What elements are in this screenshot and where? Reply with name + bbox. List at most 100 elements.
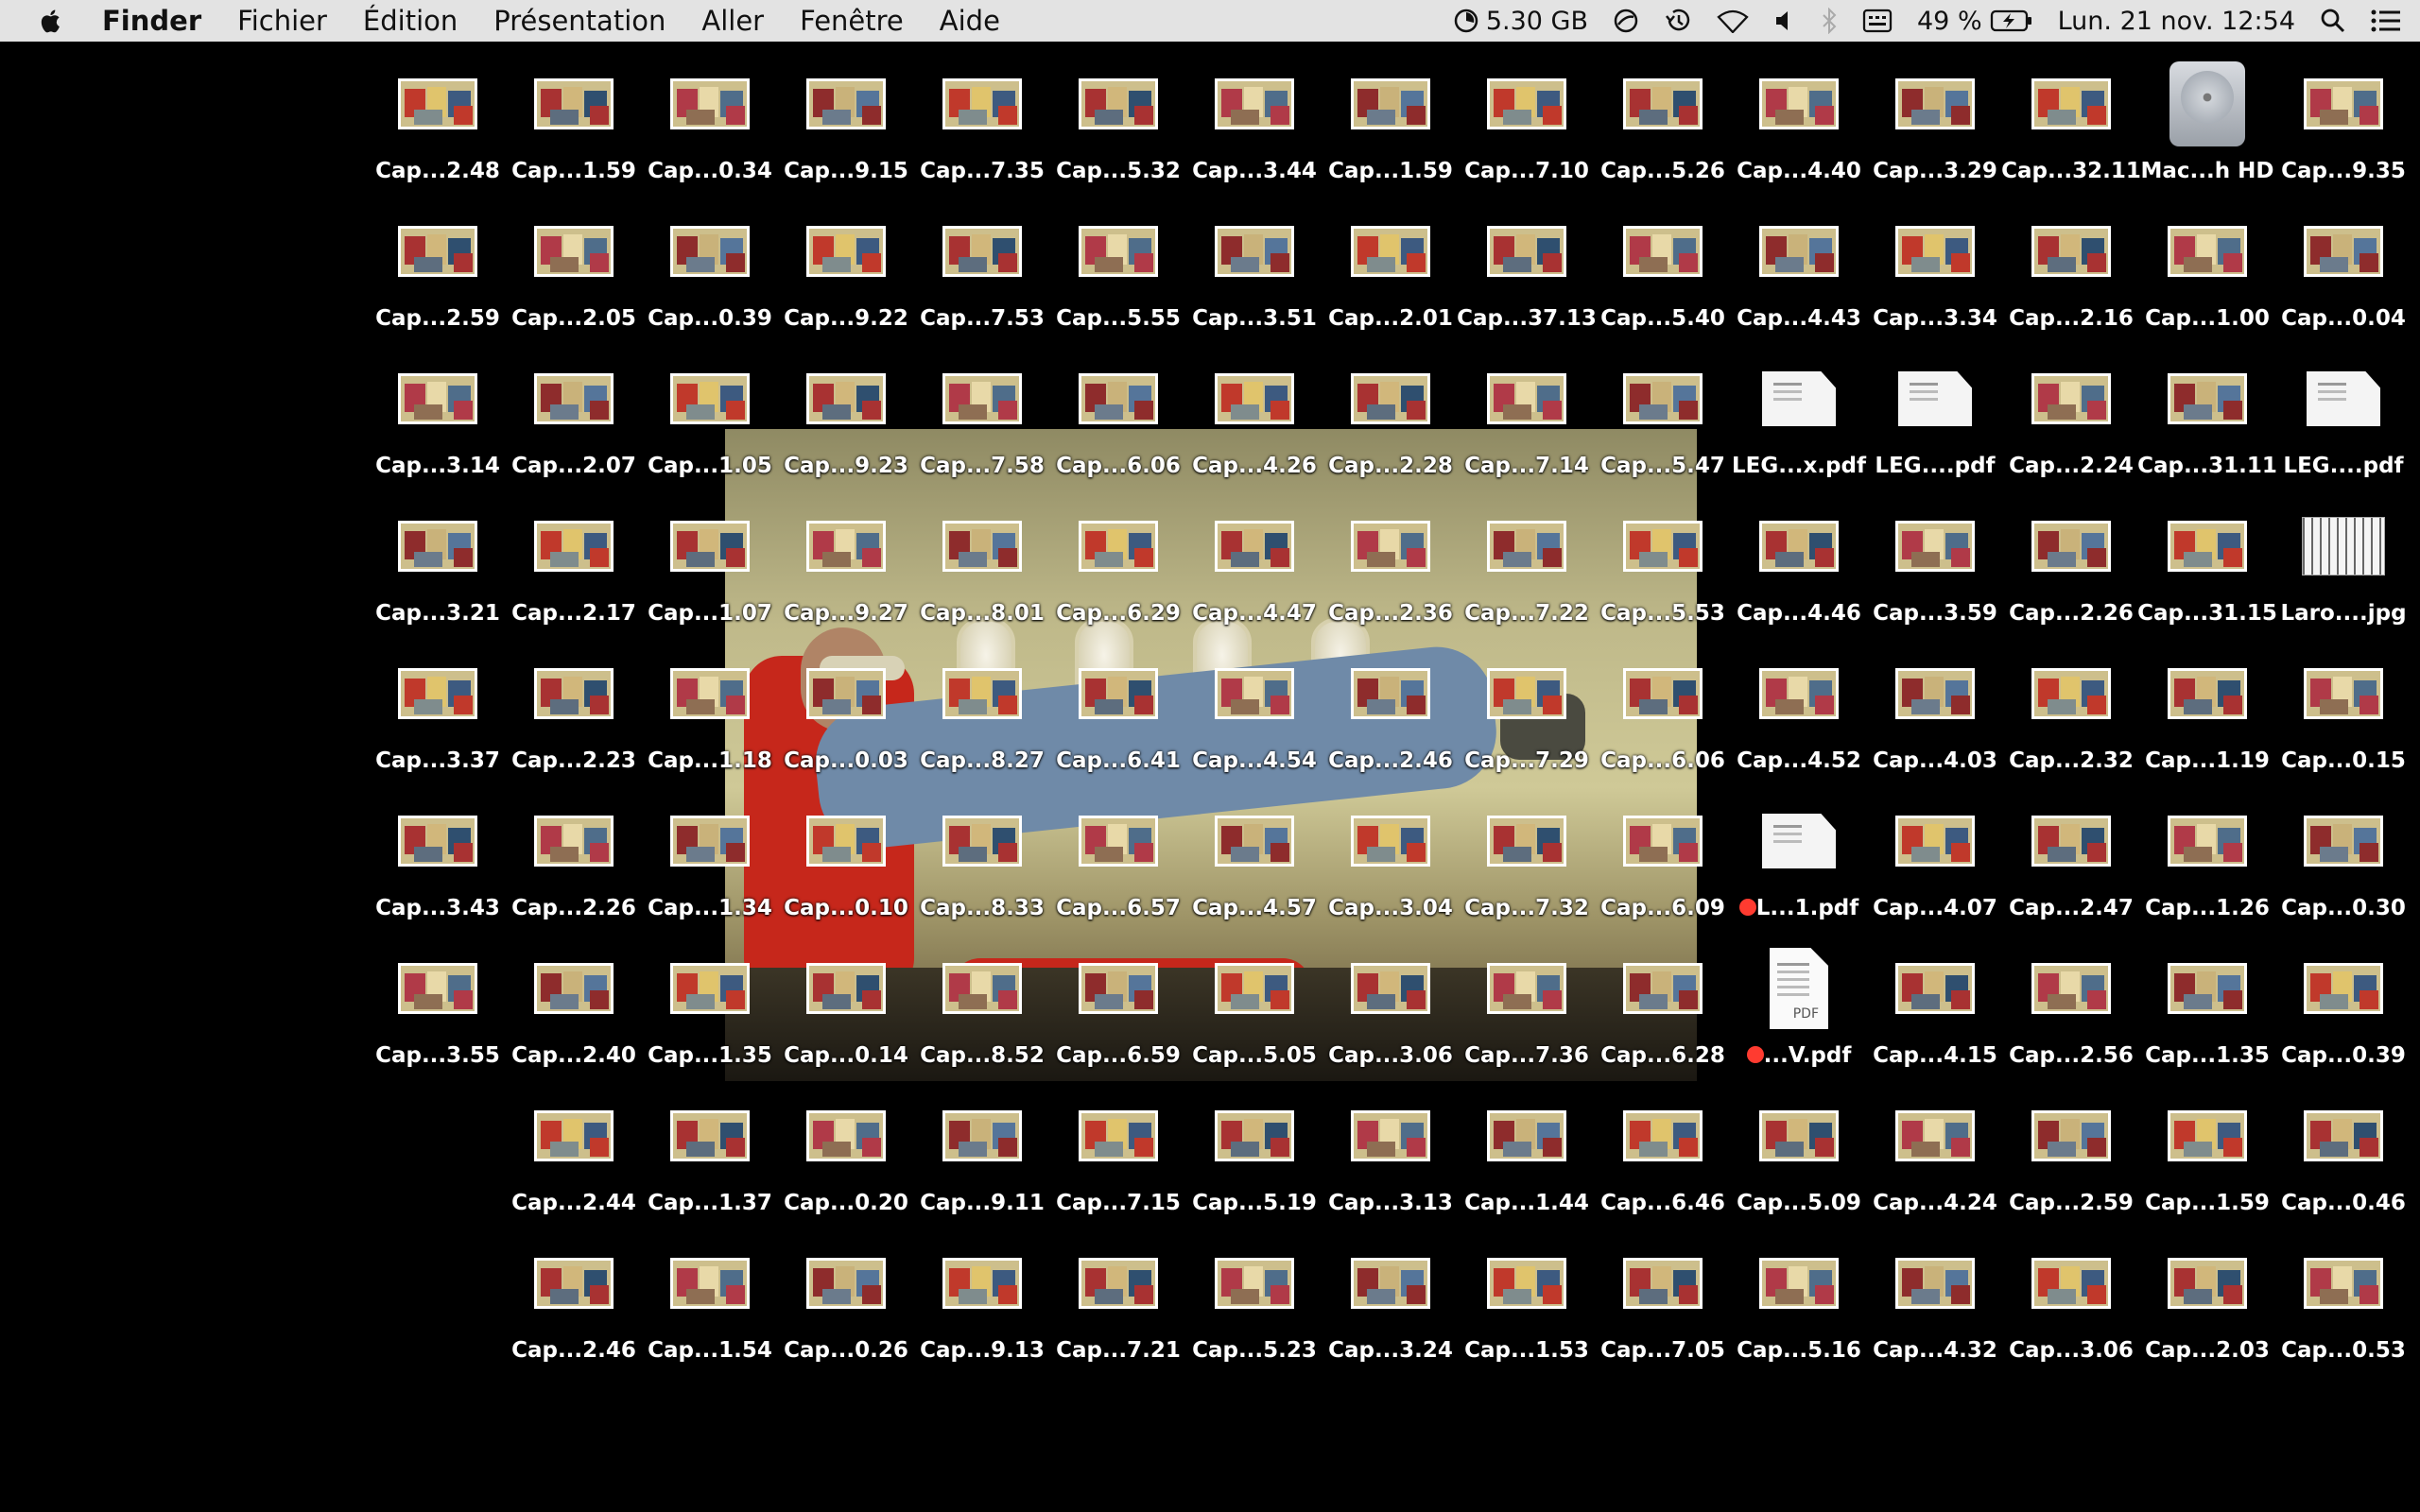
desktop-file-icon[interactable]: Cap...6.41 — [1053, 646, 1184, 777]
desktop-file-icon[interactable]: Cap...4.24 — [1870, 1089, 2000, 1219]
desktop-file-icon[interactable]: Cap...2.40 — [509, 941, 639, 1072]
desktop-file-icon[interactable]: Cap...8.27 — [917, 646, 1047, 777]
time-machine-status[interactable] — [1664, 8, 1692, 34]
menu-presentation[interactable]: Présentation — [493, 5, 666, 37]
desktop-file-icon[interactable]: Cap...1.26 — [2142, 794, 2273, 924]
desktop-file-icon[interactable]: Cap...7.21 — [1053, 1236, 1184, 1366]
desktop-file-icon[interactable]: Cap...1.05 — [645, 352, 775, 482]
desktop-file-icon[interactable]: Cap...4.40 — [1734, 57, 1864, 187]
desktop-file-icon[interactable]: Cap...3.43 — [372, 794, 503, 924]
wifi-status[interactable] — [1717, 9, 1749, 33]
clock-status[interactable]: Lun. 21 nov. 12:54 — [2058, 7, 2295, 36]
desktop-file-icon[interactable]: Cap...2.46 — [509, 1236, 639, 1366]
desktop-file-icon[interactable]: Cap...1.53 — [1461, 1236, 1592, 1366]
desktop-file-icon[interactable]: Cap...9.27 — [781, 499, 911, 629]
desktop-file-icon[interactable]: Cap...6.28 — [1598, 941, 1728, 1072]
desktop-file-icon[interactable]: Cap...1.59 — [509, 57, 639, 187]
desktop-file-icon[interactable]: Cap...37.13 — [1457, 204, 1597, 335]
desktop-file-icon[interactable]: Mac...h HD — [2141, 57, 2273, 187]
desktop-file-icon[interactable]: Cap...3.13 — [1325, 1089, 1456, 1219]
desktop-file-icon[interactable]: Cap...8.33 — [917, 794, 1047, 924]
desktop-file-icon[interactable]: Cap...4.26 — [1189, 352, 1320, 482]
desktop-file-icon[interactable]: Cap...2.03 — [2142, 1236, 2273, 1366]
desktop-file-icon[interactable]: Cap...5.53 — [1598, 499, 1728, 629]
desktop-file-icon[interactable]: Cap...2.56 — [2006, 941, 2136, 1072]
desktop-file-icon[interactable]: Cap...6.29 — [1053, 499, 1184, 629]
desktop-file-icon[interactable]: Cap...7.53 — [917, 204, 1047, 335]
desktop-file-icon[interactable]: Cap...1.44 — [1461, 1089, 1592, 1219]
desktop-file-icon[interactable]: Cap...1.34 — [645, 794, 775, 924]
desktop-file-icon[interactable]: Cap...1.54 — [645, 1236, 775, 1366]
desktop-file-icon[interactable]: Laro....jpg — [2278, 499, 2409, 629]
desktop-file-icon[interactable]: Cap...1.35 — [2142, 941, 2273, 1072]
desktop-file-icon[interactable]: Cap...3.37 — [372, 646, 503, 777]
desktop-file-icon[interactable]: Cap...3.06 — [2006, 1236, 2136, 1366]
desktop-file-icon[interactable]: Cap...0.20 — [781, 1089, 911, 1219]
desktop-file-icon[interactable]: Cap...7.15 — [1053, 1089, 1184, 1219]
desktop-file-icon[interactable]: Cap...2.26 — [2006, 499, 2136, 629]
desktop-file-icon[interactable]: Cap...5.16 — [1734, 1236, 1864, 1366]
desktop-file-icon[interactable]: Cap...2.46 — [1325, 646, 1456, 777]
desktop-file-icon[interactable]: L...1.pdf — [1734, 794, 1864, 924]
desktop-file-icon[interactable]: Cap...31.15 — [2137, 499, 2277, 629]
desktop-file-icon[interactable]: Cap...2.16 — [2006, 204, 2136, 335]
desktop-file-icon[interactable]: Cap...7.58 — [917, 352, 1047, 482]
desktop-file-icon[interactable]: Cap...4.52 — [1734, 646, 1864, 777]
desktop-file-icon[interactable]: Cap...1.37 — [645, 1089, 775, 1219]
desktop-file-icon[interactable]: Cap...5.47 — [1598, 352, 1728, 482]
desktop-file-icon[interactable]: Cap...5.40 — [1598, 204, 1728, 335]
desktop-file-icon[interactable]: Cap...2.01 — [1325, 204, 1456, 335]
desktop-file-icon[interactable]: Cap...0.10 — [781, 794, 911, 924]
desktop-file-icon[interactable]: Cap...6.06 — [1598, 646, 1728, 777]
desktop-file-icon[interactable]: Cap...6.57 — [1053, 794, 1184, 924]
desktop-file-icon[interactable]: Cap...0.53 — [2278, 1236, 2409, 1366]
desktop-file-icon[interactable]: Cap...4.43 — [1734, 204, 1864, 335]
desktop-file-icon[interactable]: Cap...7.22 — [1461, 499, 1592, 629]
desktop-file-icon[interactable]: Cap...2.48 — [372, 57, 503, 187]
desktop-file-icon[interactable]: Cap...7.32 — [1461, 794, 1592, 924]
desktop-file-icon[interactable]: Cap...5.26 — [1598, 57, 1728, 187]
desktop-file-icon[interactable]: Cap...1.59 — [1325, 57, 1456, 187]
desktop-file-icon[interactable]: Cap...2.23 — [509, 646, 639, 777]
desktop-file-icon[interactable]: Cap...2.32 — [2006, 646, 2136, 777]
desktop-file-icon[interactable]: PDF ...V.pdf — [1734, 941, 1864, 1072]
desktop-file-icon[interactable]: Cap...2.36 — [1325, 499, 1456, 629]
desktop-file-icon[interactable]: Cap...7.14 — [1461, 352, 1592, 482]
desktop-file-icon[interactable]: Cap...0.30 — [2278, 794, 2409, 924]
desktop-file-icon[interactable]: Cap...3.55 — [372, 941, 503, 1072]
desktop-file-icon[interactable]: Cap...7.10 — [1461, 57, 1592, 187]
desktop-file-icon[interactable]: Cap...0.03 — [781, 646, 911, 777]
desktop-file-icon[interactable]: Cap...3.14 — [372, 352, 503, 482]
desktop-file-icon[interactable]: Cap...3.24 — [1325, 1236, 1456, 1366]
desktop-file-icon[interactable]: Cap...32.11 — [2001, 57, 2141, 187]
desktop-file-icon[interactable]: Cap...4.57 — [1189, 794, 1320, 924]
notification-center-button[interactable] — [2371, 9, 2401, 32]
desktop-file-icon[interactable]: Cap...7.29 — [1461, 646, 1592, 777]
desktop-file-icon[interactable]: Cap...4.47 — [1189, 499, 1320, 629]
menu-aller[interactable]: Aller — [701, 5, 764, 37]
desktop-file-icon[interactable]: Cap...2.05 — [509, 204, 639, 335]
desktop-file-icon[interactable]: Cap...0.39 — [2278, 941, 2409, 1072]
desktop-file-icon[interactable]: LEG....pdf — [2278, 352, 2409, 482]
desktop-file-icon[interactable]: Cap...1.18 — [645, 646, 775, 777]
spotlight-button[interactable] — [2320, 8, 2346, 34]
desktop-file-icon[interactable]: Cap...2.28 — [1325, 352, 1456, 482]
desktop-file-icon[interactable]: Cap...6.09 — [1598, 794, 1728, 924]
input-menu-status[interactable] — [1862, 9, 1893, 33]
desktop-file-icon[interactable]: Cap...4.03 — [1870, 646, 2000, 777]
menu-fichier[interactable]: Fichier — [237, 5, 327, 37]
menu-aide[interactable]: Aide — [940, 5, 1000, 37]
desktop-file-icon[interactable]: Cap...9.15 — [781, 57, 911, 187]
desktop-file-icon[interactable]: Cap...9.11 — [917, 1089, 1047, 1219]
desktop-file-icon[interactable]: Cap...3.34 — [1870, 204, 2000, 335]
desktop-file-icon[interactable]: Cap...4.32 — [1870, 1236, 2000, 1366]
desktop-file-icon[interactable]: Cap...3.04 — [1325, 794, 1456, 924]
desktop-file-icon[interactable]: Cap...6.06 — [1053, 352, 1184, 482]
do-not-disturb-status[interactable] — [1613, 8, 1639, 34]
desktop-file-icon[interactable]: Cap...3.59 — [1870, 499, 2000, 629]
desktop-file-icon[interactable]: Cap...2.59 — [2006, 1089, 2136, 1219]
desktop-file-icon[interactable]: Cap...8.01 — [917, 499, 1047, 629]
menu-edition[interactable]: Édition — [363, 5, 458, 37]
desktop-file-icon[interactable]: Cap...4.54 — [1189, 646, 1320, 777]
desktop-file-icon[interactable]: Cap...1.35 — [645, 941, 775, 1072]
